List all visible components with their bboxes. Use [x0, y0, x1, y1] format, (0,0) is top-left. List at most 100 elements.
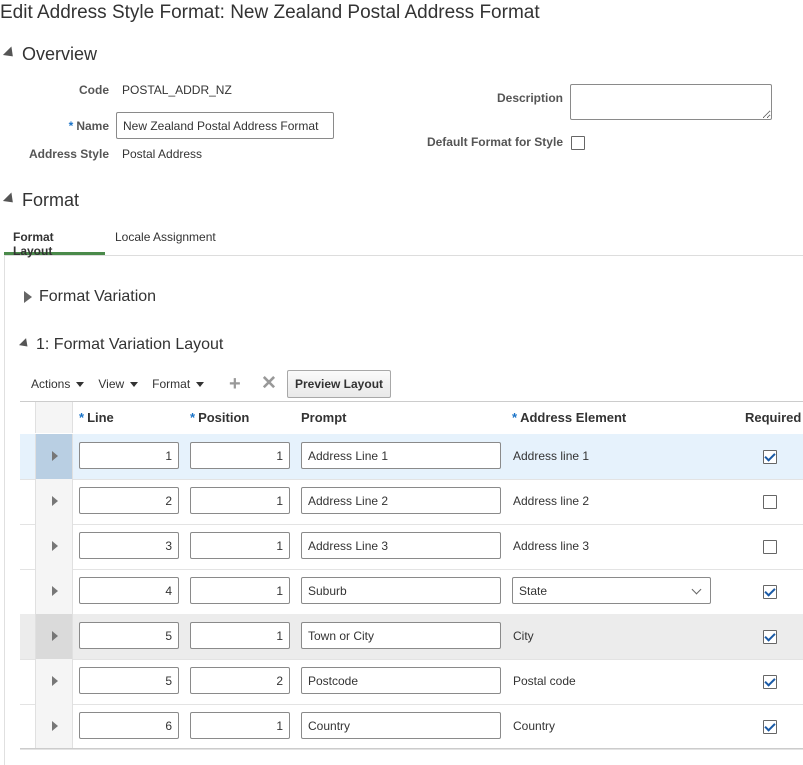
table-row[interactable]: Address line 2 [20, 479, 803, 525]
required-checkbox[interactable] [763, 495, 777, 509]
required-marker: * [68, 119, 74, 133]
description-label: Description [496, 91, 563, 105]
tab-format-layout[interactable]: Format Layout [4, 230, 105, 258]
address-element-value: Address line 3 [513, 539, 590, 553]
required-checkbox[interactable] [763, 720, 777, 734]
caret-down-icon [76, 381, 85, 387]
prompt-input[interactable] [301, 442, 501, 469]
address-element-value: City [513, 629, 534, 643]
position-input[interactable] [190, 712, 290, 739]
address-style-value: Postal Address [122, 147, 203, 161]
preview-layout-button[interactable]: Preview Layout [287, 370, 391, 398]
overview-heading: Overview [22, 44, 98, 64]
row-header[interactable] [35, 434, 73, 479]
column-header-line[interactable]: * Line [79, 410, 114, 425]
table-row[interactable]: City [20, 614, 803, 660]
line-input[interactable] [79, 577, 179, 604]
row-header[interactable] [35, 614, 73, 659]
position-input[interactable] [190, 442, 290, 469]
table-row[interactable]: Country [20, 704, 803, 750]
row-header[interactable] [35, 659, 73, 704]
expand-row-icon [52, 631, 58, 641]
format-variation-heading: Format Variation [39, 288, 157, 305]
plus-icon[interactable]: + [229, 374, 241, 394]
address-element-value: Address line 2 [513, 494, 590, 508]
position-input[interactable] [190, 622, 290, 649]
table-row[interactable]: State [20, 569, 803, 615]
default-format-label: Default Format for Style [426, 135, 563, 149]
required-checkbox[interactable] [763, 540, 777, 554]
table-row[interactable]: Address line 3 [20, 524, 803, 570]
caret-down-icon [196, 381, 205, 387]
required-checkbox[interactable] [763, 585, 777, 599]
format-heading: Format [22, 190, 80, 210]
format-section-header[interactable]: Format [2, 190, 80, 211]
prompt-input[interactable] [301, 622, 501, 649]
table-header: * Line * Position Prompt * Address Element … [20, 401, 803, 435]
expand-row-icon [52, 541, 58, 551]
column-header-required[interactable]: Required [745, 410, 801, 425]
expand-row-icon [52, 586, 58, 596]
prompt-input[interactable] [301, 712, 501, 739]
required-checkbox[interactable] [763, 630, 777, 644]
position-input[interactable] [190, 577, 290, 604]
format-tabs: Format Layout Locale Assignment [4, 226, 803, 258]
address-element-value: Address line 1 [513, 449, 590, 463]
line-input[interactable] [79, 487, 179, 514]
address-element-value: Country [513, 719, 556, 733]
address-element-value: Postal code [513, 674, 576, 688]
format-menu[interactable]: Format [152, 377, 205, 391]
prompt-input[interactable] [301, 532, 501, 559]
line-input[interactable] [79, 712, 179, 739]
position-input[interactable] [190, 487, 290, 514]
collapse-triangle-icon [2, 46, 18, 61]
description-field[interactable] [570, 84, 772, 120]
prompt-input[interactable] [301, 487, 501, 514]
actions-menu[interactable]: Actions [31, 377, 85, 391]
line-input[interactable] [79, 622, 179, 649]
address-style-label: Address Style [28, 147, 109, 161]
table-row[interactable]: Postal code [20, 659, 803, 705]
format-variation-layout-header[interactable]: 1: Format Variation Layout [18, 336, 224, 354]
layout-heading: 1: Format Variation Layout [36, 336, 224, 353]
code-label: Code [79, 83, 109, 97]
column-header-position[interactable]: * Position [190, 410, 249, 425]
code-value: POSTAL_ADDR_NZ [122, 83, 232, 97]
row-header[interactable] [35, 704, 73, 749]
column-header-address-element[interactable]: * Address Element [512, 410, 626, 425]
expand-row-icon [52, 496, 58, 506]
table-bottom-border [20, 748, 803, 749]
row-header-column [35, 402, 73, 433]
expand-row-icon [52, 721, 58, 731]
row-header[interactable] [35, 524, 73, 569]
table-toolbar: Actions View Format [31, 371, 218, 397]
format-variation-header[interactable]: Format Variation [24, 288, 156, 306]
position-input[interactable] [190, 667, 290, 694]
position-input[interactable] [190, 532, 290, 559]
row-header[interactable] [35, 479, 73, 524]
default-format-checkbox[interactable] [571, 136, 585, 150]
line-input[interactable] [79, 667, 179, 694]
view-menu[interactable]: View [98, 377, 139, 391]
name-field[interactable] [116, 112, 334, 139]
expand-row-icon [52, 451, 58, 461]
expand-triangle-icon [24, 291, 32, 303]
prompt-input[interactable] [301, 667, 501, 694]
delete-x-icon[interactable]: ✕ [261, 374, 277, 394]
line-input[interactable] [79, 442, 179, 469]
required-checkbox[interactable] [763, 675, 777, 689]
row-header[interactable] [35, 569, 73, 614]
chevron-down-icon [691, 584, 702, 595]
table-row[interactable]: Address line 1 [20, 434, 803, 480]
tab-locale-assignment[interactable]: Locale Assignment [106, 230, 225, 255]
required-checkbox[interactable] [763, 450, 777, 464]
expand-row-icon [52, 676, 58, 686]
overview-section-header[interactable]: Overview [2, 44, 98, 65]
caret-down-icon [130, 381, 139, 387]
line-input[interactable] [79, 532, 179, 559]
address-element-select[interactable]: State [512, 577, 711, 604]
page-title: Edit Address Style Format: New Zealand P… [0, 2, 540, 23]
column-header-prompt[interactable]: Prompt [301, 410, 347, 425]
collapse-triangle-icon [2, 192, 18, 207]
prompt-input[interactable] [301, 577, 501, 604]
